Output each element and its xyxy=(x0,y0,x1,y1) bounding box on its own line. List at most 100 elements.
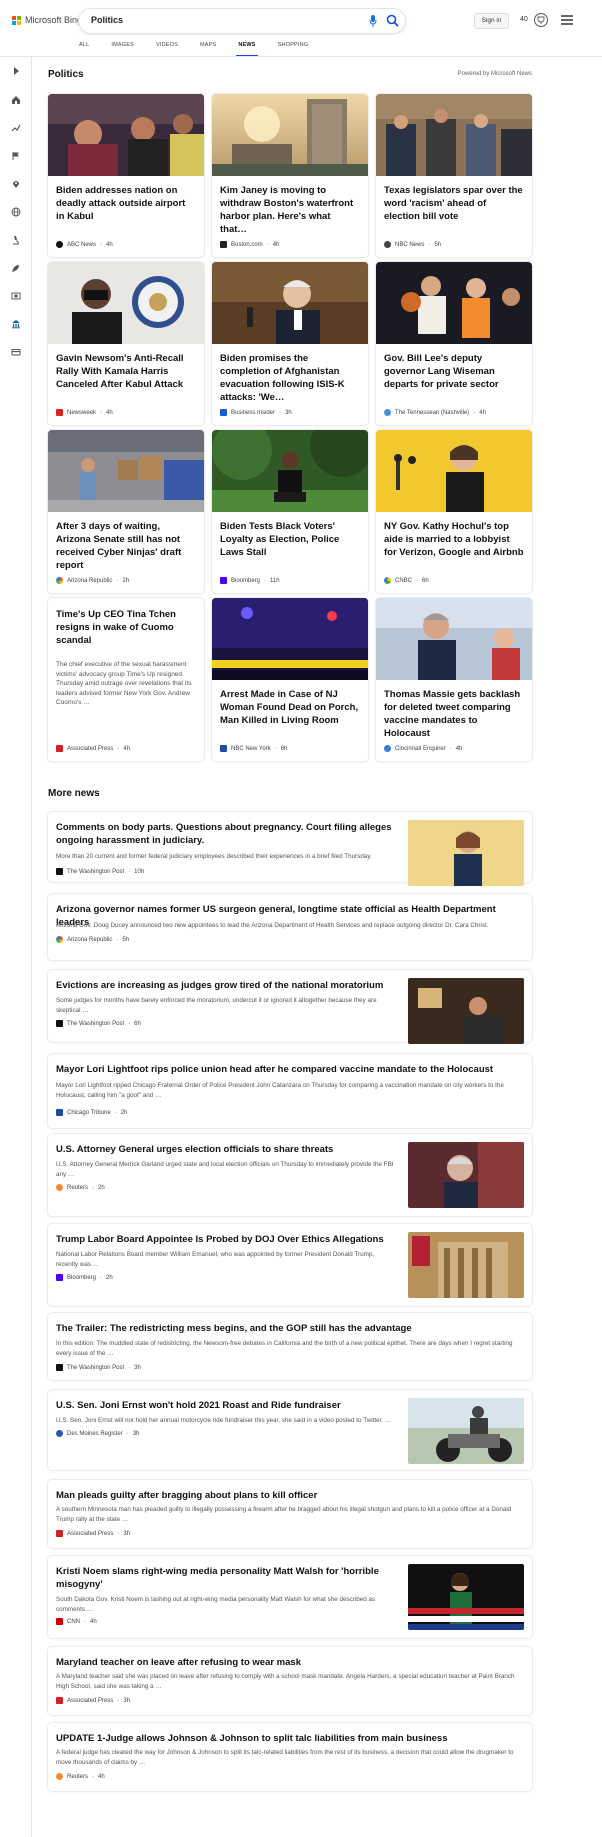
card-title[interactable]: Gov. Bill Lee's deputy governor Lang Wis… xyxy=(384,352,524,391)
bing-logo[interactable]: Microsoft Bing xyxy=(12,15,82,25)
news-item-source: Bloomberg · 2h xyxy=(56,1274,113,1281)
sidebar-item-local[interactable] xyxy=(8,176,24,192)
news-item-title[interactable]: Maryland teacher on leave after refusing… xyxy=(56,1656,524,1669)
home-icon xyxy=(12,96,20,104)
news-list-item[interactable]: Comments on body parts. Questions about … xyxy=(48,812,532,886)
tab-maps[interactable]: MAPS xyxy=(200,40,216,56)
sidebar-item-entertainment[interactable] xyxy=(8,288,24,304)
associated-press-logo-icon xyxy=(56,1530,63,1537)
menu-icon[interactable] xyxy=(561,15,573,25)
tab-shopping[interactable]: SHOPPING xyxy=(278,40,309,56)
rewards-points[interactable]: 40 xyxy=(520,16,528,23)
news-item-title[interactable]: Mayor Lori Lightfoot rips police union h… xyxy=(56,1063,524,1076)
card-title[interactable]: NY Gov. Kathy Hochul's top aide is marri… xyxy=(384,520,524,559)
tab-images[interactable]: IMAGES xyxy=(111,40,134,56)
news-card[interactable]: NY Gov. Kathy Hochul's top aide is marri… xyxy=(376,430,532,593)
news-list-item[interactable]: U.S. Attorney General urges election off… xyxy=(48,1134,532,1216)
news-item-title[interactable]: U.S. Sen. Joni Ernst won't hold 2021 Roa… xyxy=(56,1399,396,1412)
news-item-snippet: In this edition: The muddled state of re… xyxy=(56,1340,513,1357)
news-item-title[interactable]: Comments on body parts. Questions about … xyxy=(56,821,396,847)
news-card[interactable]: After 3 days of waiting, Arizona Senate … xyxy=(48,430,204,593)
rewards-trophy-icon[interactable] xyxy=(533,12,549,28)
source-name: Arizona Republic xyxy=(67,577,113,584)
trending-icon xyxy=(11,124,21,132)
news-list-item[interactable]: Kristi Noem slams right-wing media perso… xyxy=(48,1556,532,1638)
search-icon[interactable] xyxy=(386,14,399,27)
news-list-item[interactable]: The Trailer: The redistricting mess begi… xyxy=(48,1313,532,1380)
news-card[interactable]: Biden addresses nation on deadly attack … xyxy=(48,94,204,257)
powered-by[interactable]: Powered by Microsoft News xyxy=(458,71,532,77)
card-title[interactable]: Time's Up CEO Tina Tchen resigns in wake… xyxy=(56,608,196,647)
sidebar-item-trending[interactable] xyxy=(8,120,24,136)
news-card[interactable]: Time's Up CEO Tina Tchen resigns in wake… xyxy=(48,598,204,761)
card-title[interactable]: Texas legislators spar over the word 'ra… xyxy=(384,184,524,223)
news-list-item[interactable]: Arizona governor names former US surgeon… xyxy=(48,894,532,960)
news-item-title[interactable]: UPDATE 1-Judge allows Johnson & Johnson … xyxy=(56,1732,524,1745)
sidebar-item-world[interactable] xyxy=(8,204,24,220)
news-card[interactable]: Arrest Made in Case of NJ Woman Found De… xyxy=(212,598,368,761)
card-title[interactable]: Biden Tests Black Voters' Loyalty as Ele… xyxy=(220,520,360,559)
news-item-thumbnail xyxy=(408,1232,524,1298)
card-title[interactable]: Kim Janey is moving to withdraw Boston's… xyxy=(220,184,360,236)
news-list-item[interactable]: Evictions are increasing as judges grow … xyxy=(48,970,532,1044)
card-title[interactable]: Thomas Massie gets backlash for deleted … xyxy=(384,688,524,740)
sign-in-button[interactable]: Sign in xyxy=(474,13,509,29)
card-source: Bloomberg · 11h xyxy=(220,577,280,584)
news-item-source: The Washington Post · 6h xyxy=(56,1020,141,1027)
news-item-title[interactable]: U.S. Attorney General urges election off… xyxy=(56,1143,396,1156)
news-item-thumbnail xyxy=(408,978,524,1044)
tennessean-logo-icon xyxy=(384,409,391,416)
news-card[interactable]: Thomas Massie gets backlash for deleted … xyxy=(376,598,532,761)
card-title[interactable]: Gavin Newsom's Anti-Recall Rally With Ka… xyxy=(56,352,196,391)
news-list-item[interactable]: Man pleads guilty after bragging about p… xyxy=(48,1480,532,1548)
news-card[interactable]: Texas legislators spar over the word 'ra… xyxy=(376,94,532,257)
news-list-item[interactable]: Trump Labor Board Appointee Is Probed by… xyxy=(48,1224,532,1306)
source-time: 10h xyxy=(134,868,145,875)
news-card[interactable]: Biden Tests Black Voters' Loyalty as Ele… xyxy=(212,430,368,593)
source-name: Reuters xyxy=(67,1773,89,1780)
source-name: The Tennessean (Nashville) xyxy=(395,409,470,416)
news-item-source: Reuters · 4h xyxy=(56,1773,105,1780)
news-list-item[interactable]: U.S. Sen. Joni Ernst won't hold 2021 Roa… xyxy=(48,1390,532,1470)
card-image xyxy=(212,262,368,344)
arizona-republic-logo-icon xyxy=(56,577,63,584)
sidebar-item-us[interactable] xyxy=(8,148,24,164)
news-item-thumbnail xyxy=(408,1564,524,1630)
news-card[interactable]: Gavin Newsom's Anti-Recall Rally With Ka… xyxy=(48,262,204,425)
news-item-title[interactable]: Trump Labor Board Appointee Is Probed by… xyxy=(56,1233,396,1246)
tab-all[interactable]: ALL xyxy=(79,40,89,56)
news-item-title[interactable]: The Trailer: The redistricting mess begi… xyxy=(56,1322,524,1335)
source-name: Reuters xyxy=(67,1184,89,1191)
news-list-item[interactable]: UPDATE 1-Judge allows Johnson & Johnson … xyxy=(48,1723,532,1791)
expand-sidebar-button[interactable] xyxy=(8,63,24,79)
microphone-icon[interactable] xyxy=(369,15,377,27)
source-time: 4h xyxy=(98,1773,105,1780)
source-time: 6h xyxy=(422,577,429,584)
search-input[interactable]: Politics xyxy=(91,15,123,25)
card-image xyxy=(376,262,532,344)
news-item-title[interactable]: Evictions are increasing as judges grow … xyxy=(56,979,396,992)
news-list-item[interactable]: Maryland teacher on leave after refusing… xyxy=(48,1647,532,1715)
card-source: Boston.com · 4h xyxy=(220,241,279,248)
search-box[interactable]: Politics xyxy=(79,9,405,33)
card-title[interactable]: Arrest Made in Case of NJ Woman Found De… xyxy=(220,688,360,727)
news-card[interactable]: Gov. Bill Lee's deputy governor Lang Wis… xyxy=(376,262,532,425)
card-title[interactable]: Biden promises the completion of Afghani… xyxy=(220,352,360,404)
news-card[interactable]: Kim Janey is moving to withdraw Boston's… xyxy=(212,94,368,257)
sidebar-item-home[interactable] xyxy=(8,92,24,108)
sidebar-item-technology[interactable] xyxy=(8,260,24,276)
card-title[interactable]: Biden addresses nation on deadly attack … xyxy=(56,184,196,223)
washington-post-logo-icon xyxy=(56,868,63,875)
news-list-item[interactable]: Mayor Lori Lightfoot rips police union h… xyxy=(48,1054,532,1128)
news-item-title[interactable]: Man pleads guilty after bragging about p… xyxy=(56,1489,524,1502)
card-title[interactable]: After 3 days of waiting, Arizona Senate … xyxy=(56,520,196,572)
news-card[interactable]: Biden promises the completion of Afghani… xyxy=(212,262,368,425)
sidebar-item-science[interactable] xyxy=(8,232,24,248)
tab-news[interactable]: NEWS xyxy=(236,40,259,57)
des-moines-register-logo-icon xyxy=(56,1430,63,1437)
sidebar-item-politics[interactable] xyxy=(8,316,24,332)
sidebar-item-money[interactable] xyxy=(8,344,24,360)
news-item-title[interactable]: Kristi Noem slams right-wing media perso… xyxy=(56,1565,396,1591)
tab-videos[interactable]: VIDEOS xyxy=(156,40,178,56)
card-image xyxy=(376,430,532,512)
